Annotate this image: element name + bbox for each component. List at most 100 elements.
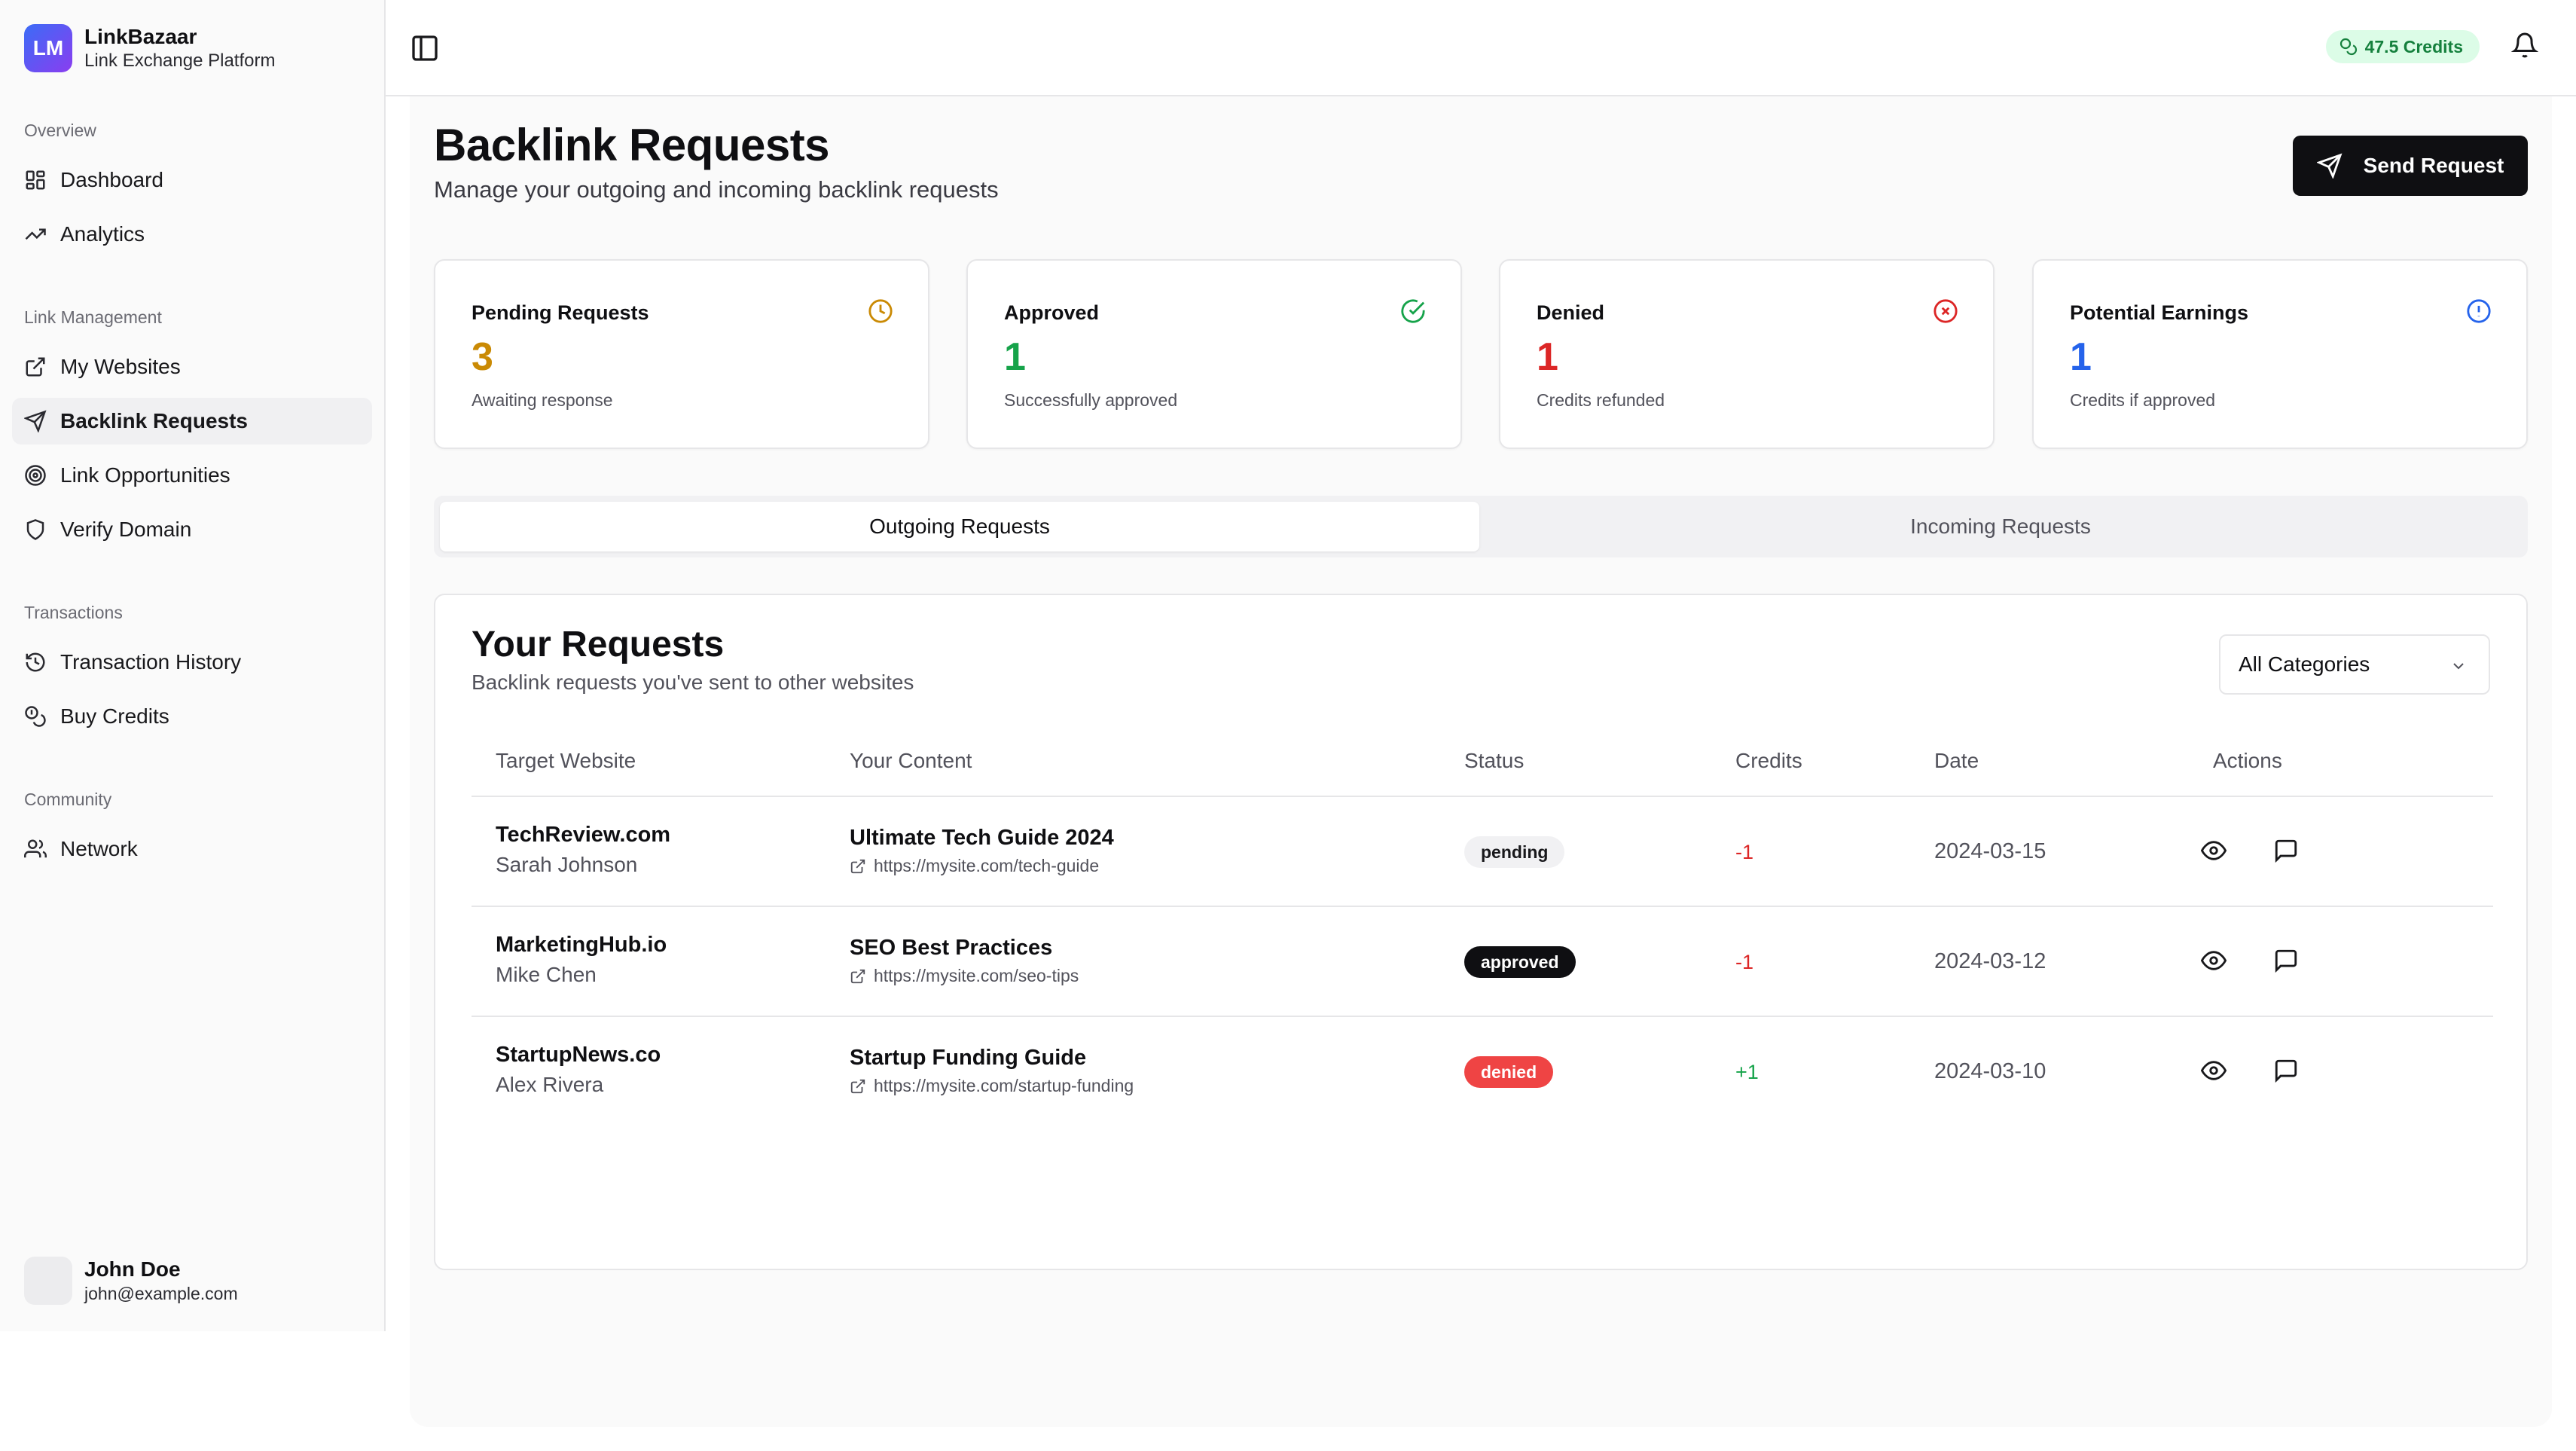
stat-title: Denied xyxy=(1537,301,1605,324)
status-badge: pending xyxy=(1464,836,1565,868)
stat-value: 1 xyxy=(1004,335,1026,379)
sidebar-item-label: Verify Domain xyxy=(60,518,192,541)
content-title: Startup Funding Guide xyxy=(850,1046,1087,1070)
target-website: TechReview.com xyxy=(496,823,671,847)
credits-badge[interactable]: 47.5 Credits xyxy=(2325,30,2480,63)
user-profile[interactable]: John Doe john@example.com xyxy=(24,1257,238,1305)
column-header: Credits xyxy=(1735,749,1802,772)
eye-icon[interactable] xyxy=(2201,948,2227,973)
panel-title: Your Requests xyxy=(472,625,725,664)
top-bar: 47.5 Credits xyxy=(386,0,2576,96)
brand-logo: LM xyxy=(24,24,72,72)
sidebar-item-label: Dashboard xyxy=(60,168,163,191)
eye-icon[interactable] xyxy=(2201,1058,2227,1083)
external-link-icon xyxy=(850,858,866,875)
user-name: John Doe xyxy=(84,1257,181,1281)
sidebar-item-dashboard[interactable]: Dashboard xyxy=(12,157,372,203)
sidebar-item-network[interactable]: Network xyxy=(12,826,372,872)
sidebar-item-backlink-requests[interactable]: Backlink Requests xyxy=(12,398,372,444)
request-date: 2024-03-10 xyxy=(1934,1059,2046,1083)
brand-tagline: Link Exchange Platform xyxy=(84,50,276,71)
tab-outgoing-requests[interactable]: Outgoing Requests xyxy=(440,502,1479,551)
content-url: https://mysite.com/tech-guide xyxy=(874,856,1100,875)
sidebar-item-verify-domain[interactable]: Verify Domain xyxy=(12,506,372,553)
coins-icon xyxy=(24,705,47,728)
table-row: MarketingHub.io Mike Chen SEO Best Pract… xyxy=(472,907,2493,1017)
sidebar-item-label: Buy Credits xyxy=(60,704,169,728)
content-url: https://mysite.com/seo-tips xyxy=(874,966,1079,985)
column-header: Actions xyxy=(2213,749,2282,772)
sidebar-item-label: Backlink Requests xyxy=(60,409,248,432)
send-icon xyxy=(2316,153,2343,179)
page-subtitle: Manage your outgoing and incoming backli… xyxy=(434,176,999,203)
stat-note: Credits if approved xyxy=(2070,390,2216,410)
request-date: 2024-03-12 xyxy=(1934,949,2046,973)
avatar xyxy=(24,1257,72,1305)
user-email: john@example.com xyxy=(84,1284,238,1303)
bell-icon[interactable] xyxy=(2511,32,2541,62)
category-select[interactable]: All Categories xyxy=(2219,634,2490,695)
sidebar-item-analytics[interactable]: Analytics xyxy=(12,211,372,258)
dashboard-icon xyxy=(24,169,47,191)
message-icon[interactable] xyxy=(2273,838,2299,863)
nav-group-transactions: Transactions xyxy=(24,603,123,622)
table-row: TechReview.com Sarah Johnson Ultimate Te… xyxy=(472,797,2493,907)
content-link[interactable]: https://mysite.com/tech-guide xyxy=(850,856,1099,876)
nav-group-community: Community xyxy=(24,790,112,809)
shield-icon xyxy=(24,518,47,541)
requests-panel: Your Requests Backlink requests you've s… xyxy=(434,594,2528,1270)
website-owner: Mike Chen xyxy=(496,963,597,986)
send-request-button[interactable]: Send Request xyxy=(2293,136,2528,196)
sidebar-item-my-websites[interactable]: My Websites xyxy=(12,344,372,390)
external-link-icon xyxy=(850,1078,866,1095)
nav-group-overview: Overview xyxy=(24,121,96,140)
sidebar-toggle-icon[interactable] xyxy=(410,33,440,63)
stat-value: 3 xyxy=(472,335,493,379)
stat-card-denied: Denied 1 Credits refunded xyxy=(1499,259,1995,449)
content-link[interactable]: https://mysite.com/startup-funding xyxy=(850,1076,1134,1096)
message-icon[interactable] xyxy=(2273,948,2299,973)
stat-title: Pending Requests xyxy=(472,301,649,324)
status-badge: denied xyxy=(1464,1056,1554,1088)
message-icon[interactable] xyxy=(2273,1058,2299,1083)
main-content: Backlink Requests Manage your outgoing a… xyxy=(410,96,2552,1427)
stat-card-pending: Pending Requests 3 Awaiting response xyxy=(434,259,929,449)
column-header: Status xyxy=(1464,749,1525,772)
stat-value: 1 xyxy=(1537,335,1558,379)
clock-icon xyxy=(868,298,893,324)
credits-value: -1 xyxy=(1735,951,1754,973)
sidebar-item-label: Transaction History xyxy=(60,650,242,674)
request-date: 2024-03-15 xyxy=(1934,839,2046,863)
credits-value: -1 xyxy=(1735,841,1754,863)
credits-balance: 47.5 Credits xyxy=(2364,36,2463,57)
brand[interactable]: LM LinkBazaar Link Exchange Platform xyxy=(24,24,275,72)
status-badge: approved xyxy=(1464,946,1576,978)
content-link[interactable]: https://mysite.com/seo-tips xyxy=(850,966,1079,986)
credits-value: +1 xyxy=(1735,1061,1759,1083)
nav-group-link-management: Link Management xyxy=(24,307,162,327)
sidebar: LM LinkBazaar Link Exchange Platform Ove… xyxy=(0,0,386,1331)
sidebar-item-label: Analytics xyxy=(60,222,145,246)
stat-title: Approved xyxy=(1004,301,1100,324)
target-website: MarketingHub.io xyxy=(496,933,667,957)
website-owner: Sarah Johnson xyxy=(496,853,638,876)
stat-note: Successfully approved xyxy=(1004,390,1178,410)
sidebar-item-label: Link Opportunities xyxy=(60,463,230,487)
column-header: Your Content xyxy=(850,749,972,772)
history-icon xyxy=(24,651,47,674)
tab-incoming-requests[interactable]: Incoming Requests xyxy=(1481,502,2520,551)
sidebar-item-link-opportunities[interactable]: Link Opportunities xyxy=(12,452,372,499)
category-select-value: All Categories xyxy=(2239,652,2370,676)
coins-icon xyxy=(2339,38,2358,56)
content-title: SEO Best Practices xyxy=(850,936,1053,960)
eye-icon[interactable] xyxy=(2201,838,2227,863)
sidebar-item-buy-credits[interactable]: Buy Credits xyxy=(12,693,372,740)
users-icon xyxy=(24,838,47,860)
external-link-icon xyxy=(24,356,47,378)
stat-card-approved: Approved 1 Successfully approved xyxy=(966,259,1462,449)
info-circle-icon xyxy=(2466,298,2492,324)
stat-note: Awaiting response xyxy=(472,390,613,410)
column-header: Date xyxy=(1934,749,1979,772)
brand-name: LinkBazaar xyxy=(84,25,197,48)
sidebar-item-transaction-history[interactable]: Transaction History xyxy=(12,639,372,686)
